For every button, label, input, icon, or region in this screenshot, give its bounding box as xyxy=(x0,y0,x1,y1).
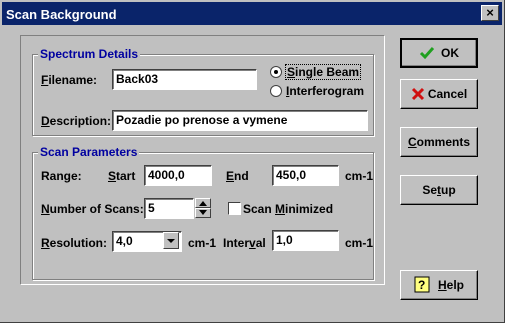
end-input[interactable]: 450,0 xyxy=(272,165,339,186)
window-title: Scan Background xyxy=(6,7,117,22)
interval-unit-label: cm-1 xyxy=(345,236,374,250)
single-beam-label: Single Beam xyxy=(285,64,362,80)
scan-minimized-checkbox[interactable]: Scan Minimized xyxy=(228,201,338,217)
arrow-up-icon xyxy=(199,201,207,206)
dialog-window: Scan Background × Spectrum Details Filen… xyxy=(0,0,505,323)
resolution-value: 4,0 xyxy=(116,234,133,248)
start-label: Start xyxy=(108,169,136,183)
number-of-scans-input[interactable]: 5 xyxy=(144,198,194,219)
resolution-label: Resolution: xyxy=(41,236,107,250)
interval-input[interactable]: 1,0 xyxy=(272,230,339,251)
help-icon: ? xyxy=(414,276,430,293)
range-label: Range: xyxy=(41,169,82,183)
end-unit-label: cm-1 xyxy=(345,169,374,183)
arrow-down-icon xyxy=(199,210,207,215)
comments-button[interactable]: Comments xyxy=(400,127,478,157)
interferogram-radio[interactable]: Interferogram xyxy=(270,83,365,99)
filename-label: Filename: xyxy=(41,73,98,87)
scan-minimized-label: Scan Minimized xyxy=(243,202,334,216)
x-icon xyxy=(411,87,424,101)
close-icon: × xyxy=(486,5,494,20)
number-of-scans-spinner[interactable] xyxy=(195,198,211,218)
single-beam-radio[interactable]: Single Beam xyxy=(270,64,365,80)
spin-down-button[interactable] xyxy=(195,208,211,218)
resolution-dropdown-button[interactable] xyxy=(163,232,179,249)
single-beam-radio-circle[interactable] xyxy=(270,66,282,78)
description-input[interactable]: Pozadie po prenose a vymene xyxy=(112,110,368,131)
setup-button[interactable]: Setup xyxy=(400,175,478,205)
ok-label: OK xyxy=(441,46,459,60)
help-button[interactable]: ? Help xyxy=(400,270,478,300)
number-of-scans-label: Number of Scans: xyxy=(41,202,144,216)
scan-minimized-box[interactable] xyxy=(228,202,241,215)
setup-label: Setup xyxy=(422,183,456,197)
spectrum-details-title: Spectrum Details xyxy=(38,47,141,61)
resolution-select[interactable]: 4,0 xyxy=(112,231,182,252)
interval-label: Interval xyxy=(223,236,266,250)
interferogram-radio-circle[interactable] xyxy=(270,85,282,97)
svg-text:?: ? xyxy=(418,278,425,292)
cancel-button[interactable]: Cancel xyxy=(400,79,478,109)
close-button[interactable]: × xyxy=(481,5,499,21)
resolution-unit-label: cm-1 xyxy=(188,236,217,250)
scan-parameters-title: Scan Parameters xyxy=(38,145,140,159)
description-label: Description: xyxy=(41,114,112,128)
cancel-label: Cancel xyxy=(427,87,468,101)
filename-input[interactable]: Back03 xyxy=(112,69,257,90)
interferogram-label: Interferogram xyxy=(286,84,365,98)
help-label: Help xyxy=(437,278,464,292)
spin-up-button[interactable] xyxy=(195,198,211,208)
start-input[interactable]: 4000,0 xyxy=(144,165,212,186)
comments-label: Comments xyxy=(407,135,470,149)
title-bar[interactable]: Scan Background × xyxy=(2,2,502,25)
chevron-down-icon xyxy=(167,239,175,243)
check-icon xyxy=(419,47,435,60)
end-label: End xyxy=(226,169,249,183)
ok-button[interactable]: OK xyxy=(400,38,478,68)
